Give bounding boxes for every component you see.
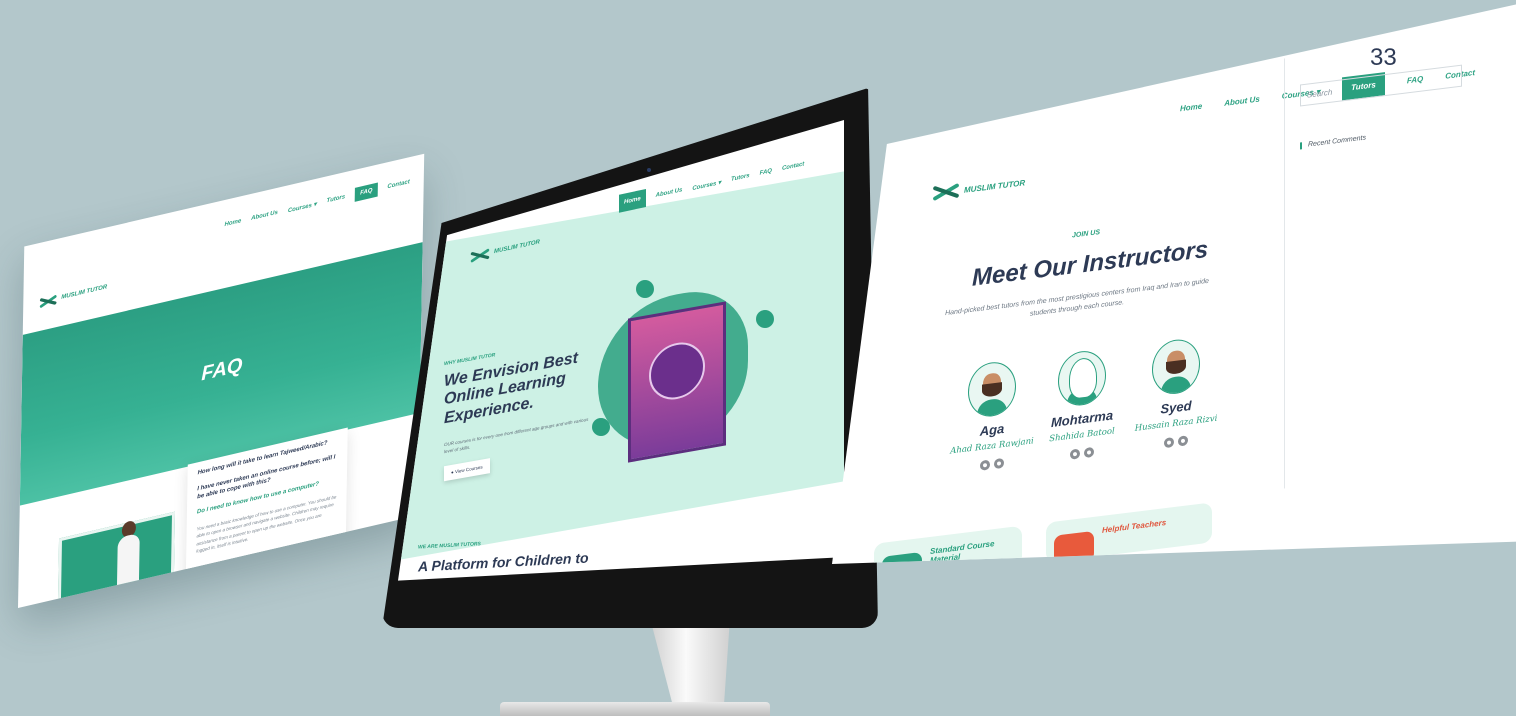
mockup-scene: Home About Us Courses ▾ Tutors FAQ Conta… <box>0 0 1516 716</box>
quran-book-illustration <box>628 301 726 463</box>
nav-home[interactable]: Home <box>1180 102 1202 114</box>
monitor-stand <box>500 618 770 716</box>
social-icon[interactable] <box>980 459 990 471</box>
arabic-bubble-icon <box>636 280 654 298</box>
logo-icon <box>37 293 58 310</box>
logo[interactable]: MUSLIM TUTOR <box>37 281 107 309</box>
monitor-base <box>500 702 770 716</box>
home-page-screenshot: Home About Us Courses ▾ Tutors FAQ Conta… <box>398 120 844 581</box>
avatar <box>1152 336 1200 397</box>
nav-contact[interactable]: Contact <box>387 179 409 190</box>
feature-title: Standard Course Material <box>930 539 995 564</box>
logo-icon <box>930 181 960 203</box>
logo-text: MUSLIM TUTOR <box>61 284 108 301</box>
nav-faq[interactable]: FAQ <box>759 168 771 177</box>
calligraphy-seal-icon <box>649 338 705 404</box>
nav-courses[interactable]: Courses ▾ <box>692 179 721 192</box>
heart-bubble-icon <box>592 418 610 436</box>
social-icon[interactable] <box>1084 446 1094 459</box>
nav-contact[interactable]: Contact <box>782 161 804 172</box>
nav-tutors[interactable]: Tutors <box>731 173 750 183</box>
camera-icon <box>647 168 651 172</box>
logo[interactable]: MUSLIM TUTOR <box>930 173 1025 203</box>
nav-faq[interactable]: FAQ <box>354 182 378 202</box>
nav-courses[interactable]: Courses ▾ <box>288 200 317 214</box>
social-icon[interactable] <box>1178 435 1188 447</box>
feature-card: Standard Course Material <box>874 525 1022 564</box>
feature-title: Helpful Teachers <box>1102 517 1167 535</box>
faq-nav: Home About Us Courses ▾ Tutors FAQ Conta… <box>224 175 410 232</box>
page-title: FAQ <box>201 353 243 386</box>
nav-about[interactable]: About Us <box>251 210 278 222</box>
overlay-number: 33 <box>1370 44 1397 71</box>
monitor-neck <box>650 618 730 710</box>
social-icon[interactable] <box>1070 448 1080 460</box>
sidebar-divider <box>1284 58 1285 489</box>
faq-illustration <box>57 511 176 608</box>
faq-answer: You need a basic knowledge of how to use… <box>196 494 337 554</box>
arabic-bubble-icon <box>756 310 774 328</box>
feature-icon <box>882 551 922 564</box>
section-title: A Platform for Children to <box>418 549 589 575</box>
tutor-card[interactable]: Syed Hussain Raza Rizvi <box>1116 332 1236 454</box>
feature-icon <box>1054 530 1094 564</box>
nav-about[interactable]: About Us <box>655 187 682 199</box>
social-icon[interactable] <box>994 457 1004 470</box>
nav-home[interactable]: Home <box>224 218 241 228</box>
tutors-page-screenshot: Home About Us Courses ▾ Tutors FAQ Conta… <box>832 4 1516 564</box>
person-body <box>116 532 140 608</box>
feature-card: Helpful Teachers <box>1046 502 1212 564</box>
faq-page-screenshot: Home About Us Courses ▾ Tutors FAQ Conta… <box>18 153 425 608</box>
logo-text: MUSLIM TUTOR <box>964 177 1026 195</box>
nav-tutors[interactable]: Tutors <box>326 194 345 204</box>
nav-about[interactable]: About Us <box>1224 94 1260 107</box>
avatar <box>1058 348 1106 409</box>
social-icon[interactable] <box>1164 437 1174 449</box>
avatar <box>968 359 1016 420</box>
recent-comments-heading: Recent Comments <box>1300 134 1366 150</box>
section-eyebrow: JOIN US <box>1072 229 1101 240</box>
